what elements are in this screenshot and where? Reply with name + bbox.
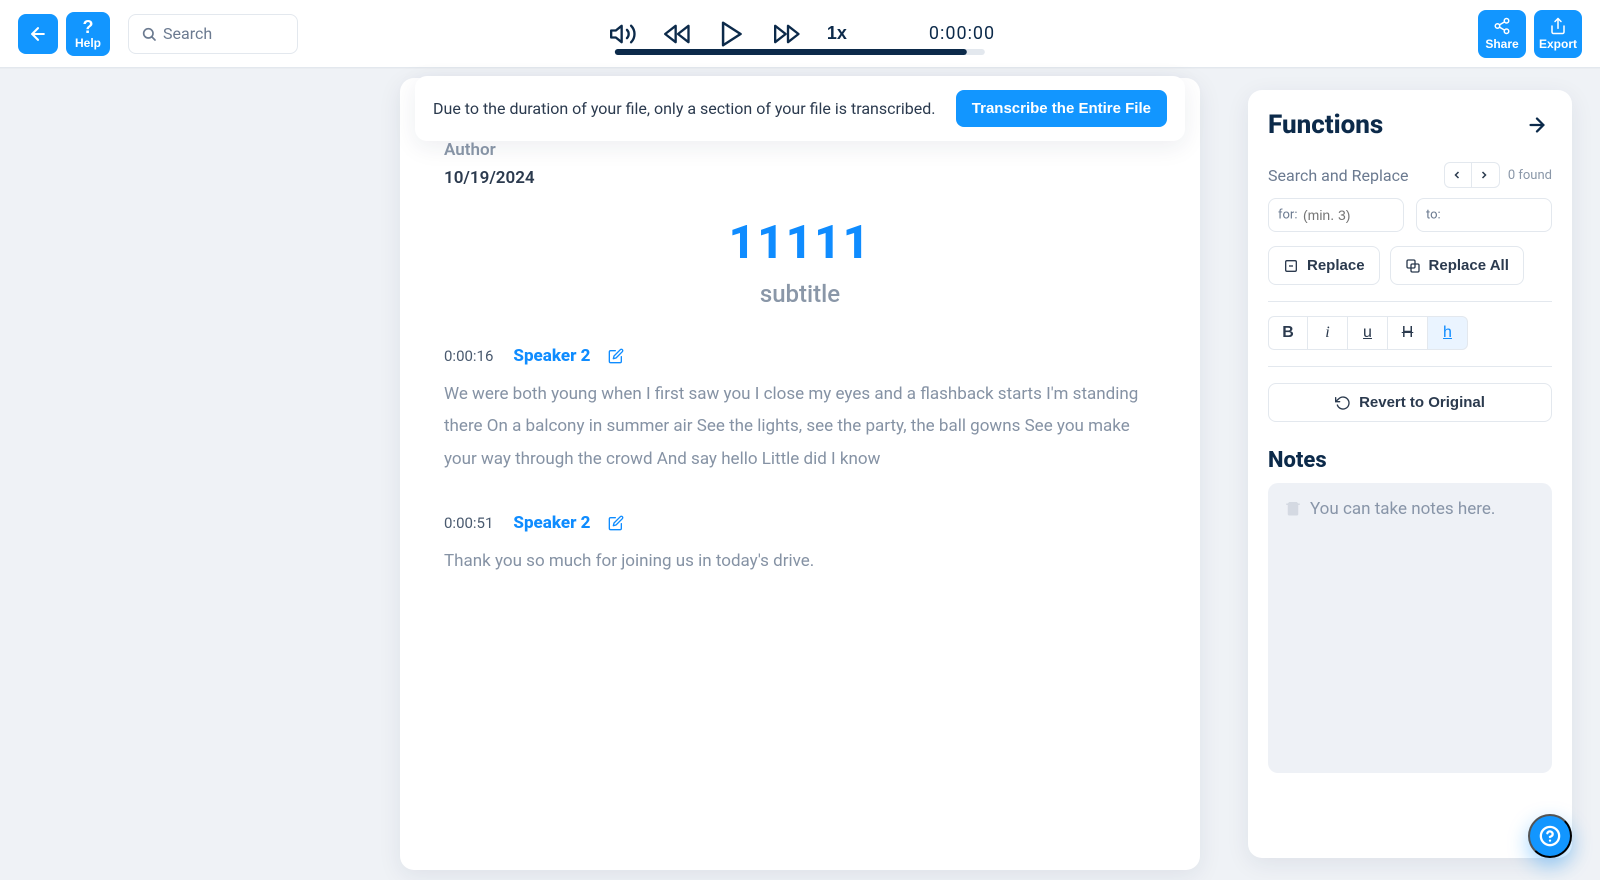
search-prev-button[interactable]: [1444, 162, 1472, 188]
for-prefix: for:: [1278, 208, 1298, 223]
found-count: 0 found: [1508, 168, 1552, 183]
search-replace-label: Search and Replace: [1268, 166, 1408, 185]
search-for-wrap: for:: [1268, 198, 1404, 232]
search-placeholder: Search: [163, 24, 212, 43]
question-icon: ?: [83, 18, 94, 36]
progress-fill: [615, 49, 967, 55]
play-button[interactable]: [713, 15, 751, 53]
revert-row: Revert to Original: [1268, 383, 1552, 422]
progress-track[interactable]: [615, 49, 985, 55]
edit-speaker-button[interactable]: [604, 344, 628, 368]
arrow-right-icon: [1526, 114, 1548, 136]
transcribe-banner: Due to the duration of your file, only a…: [415, 76, 1185, 141]
replace-all-label: Replace All: [1429, 257, 1509, 274]
notes-placeholder: You can take notes here.: [1310, 499, 1495, 519]
strike-button[interactable]: H: [1388, 316, 1428, 350]
export-label: Export: [1539, 37, 1577, 51]
notes-title: Notes: [1268, 448, 1552, 473]
help-fab[interactable]: [1528, 814, 1572, 858]
edit-icon: [608, 515, 624, 531]
playbar: 1x 0:00:00: [605, 15, 995, 53]
replace-all-icon: [1405, 258, 1421, 274]
edit-icon: [608, 348, 624, 364]
transcript-segment: 0:00:51 Speaker 2 Thank you so much for …: [444, 511, 1156, 577]
highlight-button[interactable]: h: [1428, 316, 1468, 350]
play-icon: [717, 19, 747, 49]
rewind-button[interactable]: [659, 16, 695, 52]
content: Due to the duration of your file, only a…: [0, 68, 1600, 880]
segments-list: 0:00:16 Speaker 2 We were both young whe…: [444, 344, 1156, 577]
segment-header: 0:00:51 Speaker 2: [444, 511, 1156, 535]
transcript-segment: 0:00:16 Speaker 2 We were both young whe…: [444, 344, 1156, 475]
document-card: Author 10/19/2024 11111 subtitle 0:00:16…: [400, 78, 1200, 870]
functions-panel: Functions Search and Replace 0 found: [1248, 90, 1572, 858]
help-circle-icon: [1539, 825, 1561, 847]
export-button[interactable]: Export: [1534, 10, 1582, 58]
banner-text: Due to the duration of your file, only a…: [433, 99, 936, 118]
note-icon: [1284, 499, 1302, 517]
replace-buttons: Replace Replace All: [1268, 246, 1552, 285]
replace-icon: [1283, 258, 1299, 274]
functions-title-row: Functions: [1268, 110, 1552, 140]
volume-icon: [609, 20, 637, 48]
timecode: 0:00:00: [929, 23, 995, 44]
revert-icon: [1335, 395, 1351, 411]
author-label: Author: [444, 140, 1156, 160]
search-to-wrap: to:: [1416, 198, 1552, 232]
rewind-icon: [663, 20, 691, 48]
to-prefix: to:: [1426, 208, 1441, 223]
forward-icon: [773, 20, 801, 48]
help-label: Help: [75, 36, 101, 50]
header: ? Help Search 1x 0:00:00: [0, 0, 1600, 68]
edit-speaker-button[interactable]: [604, 511, 628, 535]
search-inputs: for: to:: [1268, 198, 1552, 232]
bold-button[interactable]: B: [1268, 316, 1308, 350]
share-label: Share: [1485, 37, 1518, 51]
search-replace-row: Search and Replace 0 found: [1268, 162, 1552, 188]
divider-2: [1268, 366, 1552, 367]
header-right: Share Export: [1478, 10, 1582, 58]
segment-text[interactable]: We were both young when I first saw you …: [444, 378, 1156, 475]
functions-title: Functions: [1268, 110, 1383, 140]
document-subtitle[interactable]: subtitle: [444, 280, 1156, 308]
search-icon: [141, 26, 157, 42]
share-button[interactable]: Share: [1478, 10, 1526, 58]
back-button[interactable]: [18, 14, 58, 54]
replace-all-button[interactable]: Replace All: [1390, 246, 1524, 285]
search-next-button[interactable]: [1472, 162, 1500, 188]
segment-header: 0:00:16 Speaker 2: [444, 344, 1156, 368]
header-center: 1x 0:00:00: [605, 15, 995, 53]
replace-label: Replace: [1307, 257, 1365, 274]
segment-speaker[interactable]: Speaker 2: [513, 513, 590, 533]
replace-button[interactable]: Replace: [1268, 246, 1380, 285]
export-icon: [1549, 17, 1567, 35]
search-input[interactable]: Search: [128, 14, 298, 54]
arrow-left-icon: [28, 24, 48, 44]
segment-time[interactable]: 0:00:16: [444, 347, 493, 365]
divider-1: [1268, 301, 1552, 302]
revert-button[interactable]: Revert to Original: [1268, 383, 1552, 422]
revert-label: Revert to Original: [1359, 394, 1485, 411]
speed-button[interactable]: 1x: [823, 19, 851, 48]
chevron-right-icon: [1478, 169, 1490, 181]
author-date: 10/19/2024: [444, 168, 1156, 188]
underline-button[interactable]: u: [1348, 316, 1388, 350]
collapse-panel-button[interactable]: [1522, 110, 1552, 140]
format-toolbar: B i u H h: [1268, 316, 1552, 350]
transcribe-entire-button[interactable]: Transcribe the Entire File: [956, 90, 1167, 127]
segment-time[interactable]: 0:00:51: [444, 514, 493, 532]
help-button[interactable]: ? Help: [66, 12, 110, 56]
document-title[interactable]: 11111: [444, 216, 1156, 270]
segment-speaker[interactable]: Speaker 2: [513, 346, 590, 366]
chevron-left-icon: [1451, 169, 1463, 181]
share-icon: [1493, 17, 1511, 35]
search-stepper: [1444, 162, 1500, 188]
forward-button[interactable]: [769, 16, 805, 52]
volume-button[interactable]: [605, 16, 641, 52]
header-left: ? Help Search: [18, 12, 298, 56]
notes-textarea[interactable]: You can take notes here.: [1268, 483, 1552, 773]
segment-text[interactable]: Thank you so much for joining us in toda…: [444, 545, 1156, 577]
italic-button[interactable]: i: [1308, 316, 1348, 350]
